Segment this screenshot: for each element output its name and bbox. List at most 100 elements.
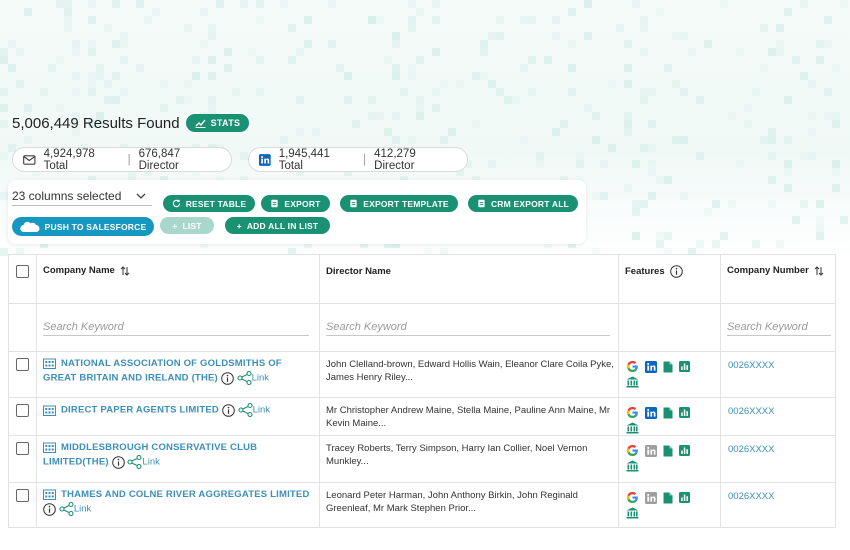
row-checkbox[interactable]: [16, 442, 29, 455]
results-count: 5,006,449 Results Found: [12, 114, 180, 132]
background-square: [208, 96, 216, 104]
company-link[interactable]: Link: [252, 373, 269, 384]
background-square: [184, 24, 192, 32]
bank-icon: [626, 507, 639, 519]
list-button[interactable]: + LIST: [160, 217, 214, 234]
company-number: 0026XXXX: [728, 444, 775, 455]
header-company-name[interactable]: Company Name: [43, 265, 130, 276]
sort-icon[interactable]: [814, 265, 824, 276]
background-square: [816, 40, 824, 48]
background-square: [496, 16, 504, 24]
info-icon[interactable]: [43, 502, 56, 516]
background-square: [552, 32, 560, 40]
company-link[interactable]: Link: [253, 405, 270, 416]
background-square: [344, 96, 352, 104]
company-name-link[interactable]: THAMES AND COLNE RIVER AGGREGATES LIMITE…: [61, 489, 310, 500]
background-square: [640, 16, 648, 24]
background-square: [0, 104, 8, 112]
background-square: [328, 0, 336, 8]
company-link[interactable]: Link: [142, 457, 159, 468]
background-square: [632, 200, 640, 208]
background-square: [208, 32, 216, 40]
background-square: [712, 200, 720, 208]
crm-export-all-button[interactable]: CRM EXPORT ALL: [468, 195, 578, 212]
header-company-number[interactable]: Company Number: [727, 265, 824, 276]
background-square: [120, 32, 128, 40]
background-square: [528, 88, 536, 96]
background-square: [768, 128, 776, 136]
plus-icon: +: [172, 220, 178, 231]
share-icon[interactable]: [59, 502, 74, 516]
email-director: 676,847 Director: [138, 147, 181, 172]
background-square: [208, 24, 216, 32]
share-icon[interactable]: [127, 455, 142, 469]
chart-icon: [679, 407, 690, 418]
background-square: [672, 136, 680, 144]
info-icon[interactable]: [111, 455, 125, 469]
company-name-link[interactable]: DIRECT PAPER AGENTS LIMITED: [61, 405, 219, 416]
background-square: [840, 216, 848, 224]
background-square: [0, 248, 8, 256]
background-square: [688, 48, 696, 56]
reset-table-button[interactable]: RESET TABLE: [163, 195, 255, 212]
number-search-input[interactable]: Search Keyword: [727, 321, 831, 336]
features-cell: [626, 444, 706, 472]
company-cell: DIRECT PAPER AGENTS LIMITED Link: [43, 403, 313, 418]
background-square: [624, 64, 632, 72]
share-icon[interactable]: [238, 403, 253, 417]
info-icon[interactable]: [669, 265, 683, 278]
row-checkbox[interactable]: [16, 489, 29, 502]
background-square: [648, 144, 656, 152]
background-square: [544, 56, 552, 64]
background-square: [824, 16, 832, 24]
stats-button[interactable]: STATS: [185, 114, 250, 132]
background-square: [0, 192, 8, 200]
salesforce-icon: [19, 221, 40, 232]
columns-selector[interactable]: 23 columns selected: [12, 187, 152, 206]
export-button[interactable]: EXPORT: [261, 195, 330, 212]
background-square: [768, 136, 776, 144]
background-square: [840, 0, 848, 8]
company-link[interactable]: Link: [74, 504, 91, 515]
company-search-input[interactable]: Search Keyword: [43, 321, 309, 336]
background-square: [120, 88, 128, 96]
document-icon: [663, 407, 673, 418]
results-table: Company Name Director Name Features Comp…: [8, 254, 836, 528]
header-company-number-label: Company Number: [727, 265, 809, 276]
background-square: [648, 120, 656, 128]
background-square: [832, 168, 840, 176]
background-square: [800, 72, 808, 80]
background-square: [0, 88, 8, 96]
bank-icon: [626, 376, 639, 388]
background-square: [664, 232, 672, 240]
push-to-salesforce-button[interactable]: PUSH TO SALESFORCE: [12, 217, 154, 236]
add-all-in-list-button[interactable]: + ADD ALL IN LIST: [225, 217, 330, 234]
building-icon: [43, 358, 56, 369]
background-square: [568, 40, 576, 48]
row-checkbox[interactable]: [16, 404, 29, 417]
background-square: [648, 160, 656, 168]
list-label: LIST: [182, 220, 202, 231]
email-total: 4,924,978 Total: [43, 147, 95, 172]
company-cell: MIDDLESBROUGH CONSERVATIVE CLUB LIMITED(…: [43, 441, 313, 470]
select-all-checkbox[interactable]: [16, 265, 29, 278]
separator: |: [363, 153, 367, 166]
background-square: [792, 216, 800, 224]
sort-icon[interactable]: [120, 265, 130, 276]
background-square: [224, 64, 232, 72]
background-square: [608, 80, 616, 88]
background-square: [392, 72, 400, 80]
row-checkbox[interactable]: [16, 358, 29, 371]
director-search-input[interactable]: Search Keyword: [326, 321, 610, 336]
export-template-button[interactable]: EXPORT TEMPLATE: [340, 195, 458, 212]
features-cell: [626, 406, 706, 434]
background-square: [480, 72, 488, 80]
background-square: [824, 112, 832, 120]
background-square: [304, 40, 312, 48]
background-square: [656, 240, 664, 248]
info-icon[interactable]: [221, 403, 235, 417]
share-icon[interactable]: [237, 371, 252, 385]
background-square: [408, 0, 416, 8]
info-icon[interactable]: [220, 371, 234, 385]
background-square: [392, 64, 400, 72]
